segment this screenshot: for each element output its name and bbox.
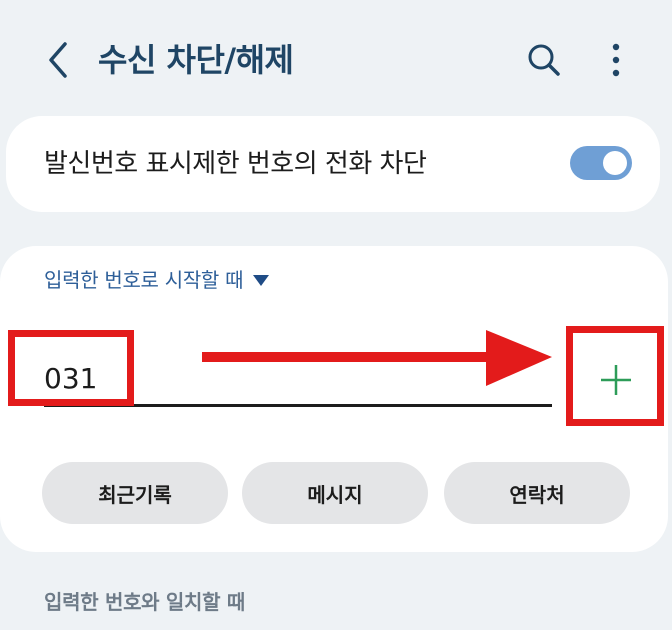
- block-unknown-label: 발신번호 표시제한 번호의 전화 차단: [44, 149, 427, 179]
- toggle-knob: [603, 151, 627, 175]
- recent-log-button[interactable]: 최근기록: [42, 462, 228, 524]
- annotation-box-add: [566, 326, 664, 426]
- block-unknown-card: 발신번호 표시제한 번호의 전화 차단: [6, 116, 660, 212]
- chevron-left-icon: [49, 42, 67, 78]
- more-vertical-icon: [612, 43, 620, 77]
- caret-down-icon: [253, 274, 270, 286]
- messages-button[interactable]: 메시지: [242, 462, 428, 524]
- annotation-arrow-icon: [202, 330, 552, 386]
- more-options-button[interactable]: [594, 38, 638, 82]
- match-type-label: 입력한 번호로 시작할 때: [44, 268, 244, 292]
- contacts-button[interactable]: 연락처: [444, 462, 630, 524]
- app-bar: 수신 차단/해제: [0, 0, 672, 120]
- block-unknown-toggle[interactable]: [570, 146, 632, 180]
- match-type-dropdown[interactable]: 입력한 번호로 시작할 때: [44, 266, 270, 294]
- exact-match-section-label: 입력한 번호와 일치할 때: [44, 590, 245, 614]
- search-icon: [528, 44, 560, 76]
- page-title: 수신 차단/해제: [98, 41, 294, 79]
- annotation-box-number: [8, 330, 134, 406]
- back-button[interactable]: [36, 38, 80, 82]
- search-button[interactable]: [522, 38, 566, 82]
